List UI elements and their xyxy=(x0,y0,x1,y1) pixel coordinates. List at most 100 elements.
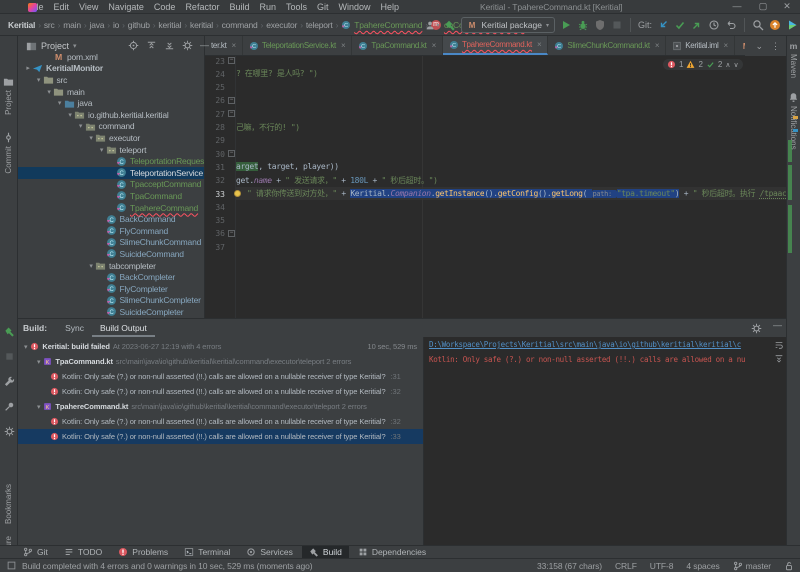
build-settings-button[interactable] xyxy=(4,376,15,387)
gear-icon[interactable] xyxy=(751,323,762,334)
coverage-button[interactable] xyxy=(594,19,606,31)
indent-widget[interactable]: 4 spaces xyxy=(686,561,719,571)
expand-icon[interactable] xyxy=(164,40,175,51)
menu-navigate[interactable]: Navigate xyxy=(103,2,149,12)
filter-button[interactable] xyxy=(4,426,15,437)
tree-collapsed-icon[interactable]: ▸ xyxy=(24,64,32,72)
tree-item-tpacceptcommand[interactable]: CTpacceptCommand xyxy=(18,179,205,191)
tree-item-suicidecompleter[interactable]: CSuicideCompleter xyxy=(18,306,205,318)
tree-item-tpacommand[interactable]: CTpaCommand xyxy=(18,190,205,202)
tool-window-button-terminal[interactable]: Terminal xyxy=(177,546,237,559)
tree-item-teleport[interactable]: ▾teleport xyxy=(18,144,205,156)
inspections-widget[interactable]: 122∧∨ xyxy=(663,59,743,70)
code-line-24[interactable]: ? 在哪里? 是人吗? ") xyxy=(236,67,318,80)
pin-tab-button[interactable] xyxy=(4,401,15,412)
fold-marker[interactable]: − xyxy=(228,57,235,64)
menu-tools[interactable]: Tools xyxy=(281,2,312,12)
intention-bulb-icon[interactable] xyxy=(234,190,241,197)
tree-expanded-icon[interactable]: ▾ xyxy=(87,262,95,270)
stop-build-button[interactable] xyxy=(4,351,15,362)
tree-item-slimechunkcompleter[interactable]: CSlimeChunkCompleter xyxy=(18,295,205,307)
tree-expanded-icon[interactable]: ▾ xyxy=(37,403,40,411)
tree-item-src[interactable]: ▾src xyxy=(18,74,205,86)
git-push-button[interactable] xyxy=(691,19,703,31)
breadcrumb-class[interactable]: TpahereCommand xyxy=(354,20,422,30)
soft-wrap-icon[interactable] xyxy=(774,340,784,350)
tree-expanded-icon[interactable]: ▾ xyxy=(66,111,74,119)
build-tree-error[interactable]: Kotlin: Only safe (?.) or non-null asser… xyxy=(18,429,423,444)
tree-item-main[interactable]: ▾main xyxy=(18,86,205,98)
tree-expanded-icon[interactable]: ▾ xyxy=(35,76,43,84)
fold-marker[interactable]: − xyxy=(228,97,235,104)
build-tree-group[interactable]: ▾KTpahereCommand.ktsrc\main\java\io\gith… xyxy=(18,399,423,414)
ide-update-badge[interactable] xyxy=(769,19,781,31)
hide-panel-button[interactable]: — xyxy=(200,40,209,51)
build-tree-group[interactable]: ▾KTpaCommand.ktsrc\main\java\io\github\k… xyxy=(18,354,423,369)
git-commit-button[interactable] xyxy=(674,19,686,31)
menu-view[interactable]: View xyxy=(74,2,103,12)
caret-position-widget[interactable]: 33:158 (67 chars) xyxy=(537,561,602,571)
tool-window-button-problems[interactable]: Problems xyxy=(111,546,175,559)
tree-expanded-icon[interactable]: ▾ xyxy=(87,134,95,142)
fold-marker[interactable]: − xyxy=(228,230,235,237)
git-update-button[interactable] xyxy=(657,19,669,31)
tree-expanded-icon[interactable]: ▾ xyxy=(77,122,85,130)
code-editor[interactable]: 23−242526−27−282930−313233343536−37? 在哪里… xyxy=(205,56,786,318)
stripe-button-project[interactable]: Project xyxy=(0,76,17,115)
build-console[interactable]: D:\Workspace\Projects\Keritial\src\main\… xyxy=(423,337,786,546)
git-history-button[interactable] xyxy=(708,19,720,31)
fold-marker[interactable]: − xyxy=(228,150,235,157)
maximize-button[interactable]: ▢ xyxy=(752,0,774,13)
tree-item-executor[interactable]: ▾executor xyxy=(18,132,205,144)
build-tree-error[interactable]: Kotlin: Only safe (?.) or non-null asser… xyxy=(18,384,423,399)
breadcrumb-item[interactable]: main xyxy=(63,20,81,30)
tool-window-button-build[interactable]: Build xyxy=(302,546,349,559)
profile-button[interactable]: ▾ xyxy=(425,20,439,31)
menu-build[interactable]: Build xyxy=(224,2,254,12)
menu-edit[interactable]: Edit xyxy=(49,2,75,12)
tree-expanded-icon[interactable]: ▾ xyxy=(24,343,27,351)
menu-run[interactable]: Run xyxy=(254,2,281,12)
tree-expanded-icon[interactable]: ▾ xyxy=(98,146,106,154)
run-button[interactable] xyxy=(560,19,572,31)
breadcrumb-item[interactable]: Keritial xyxy=(8,20,35,30)
code-line-32[interactable]: get.name + " 发送请求，" + 180L + " 秒后超时。") xyxy=(236,174,438,187)
tree-item-teleportationservice[interactable]: CTeleportationService xyxy=(18,167,205,179)
breadcrumb-item[interactable]: github xyxy=(128,20,150,30)
breadcrumb-item[interactable]: java xyxy=(90,20,105,30)
tool-window-button-services[interactable]: Services xyxy=(239,546,300,559)
build-tree-error[interactable]: Kotlin: Only safe (?.) or non-null asser… xyxy=(18,369,423,384)
breadcrumb-item[interactable]: src xyxy=(44,20,55,30)
code-with-me-button[interactable] xyxy=(786,19,798,31)
run-configuration-select[interactable]: MKeritial package▾ xyxy=(461,17,555,33)
collapse-icon[interactable] xyxy=(146,40,157,51)
console-file-link[interactable]: D:\Workspace\Projects\Keritial\src\main\… xyxy=(429,340,741,349)
breadcrumb-item[interactable]: teleport xyxy=(306,20,333,30)
stripe-button-commit[interactable]: Commit xyxy=(0,132,17,174)
code-line-31[interactable]: arget, target, player)) xyxy=(236,160,339,173)
tree-item-keritialmonitor[interactable]: ▸KeritialMonitor xyxy=(18,63,205,75)
tree-item-slimechunkcommand[interactable]: CSlimeChunkCommand xyxy=(18,237,205,249)
tree-item-tabcompleter[interactable]: ▾tabcompleter xyxy=(18,260,205,272)
hide-panel-button[interactable]: — xyxy=(773,320,782,330)
debug-button[interactable] xyxy=(577,19,589,31)
menu-refactor[interactable]: Refactor xyxy=(180,2,224,12)
breadcrumb-item[interactable]: executor xyxy=(266,20,297,30)
tree-item-java[interactable]: ▾java xyxy=(18,97,205,109)
breadcrumb-item[interactable]: command xyxy=(222,20,258,30)
breadcrumb-item[interactable]: keritial xyxy=(158,20,181,30)
target-icon[interactable] xyxy=(128,40,139,51)
search-everywhere-button[interactable] xyxy=(752,19,764,31)
scroll-to-end-icon[interactable] xyxy=(774,354,784,364)
build-tree-error[interactable]: Kotlin: Only safe (?.) or non-null asser… xyxy=(18,414,423,429)
build-tab-sync[interactable]: Sync xyxy=(57,319,92,337)
tree-item-tpaherecommand[interactable]: CTpahereCommand xyxy=(18,202,205,214)
close-button[interactable]: ✕ xyxy=(776,0,798,13)
rerun-build-button[interactable] xyxy=(4,326,15,337)
git-branch-widget[interactable]: master xyxy=(733,561,771,571)
menu-git[interactable]: Git xyxy=(312,2,334,12)
tree-expanded-icon[interactable]: ▾ xyxy=(56,99,64,107)
encoding-widget[interactable]: UTF-8 xyxy=(650,561,674,571)
stop-button[interactable] xyxy=(611,19,623,31)
readonly-toggle-icon[interactable] xyxy=(784,561,794,571)
